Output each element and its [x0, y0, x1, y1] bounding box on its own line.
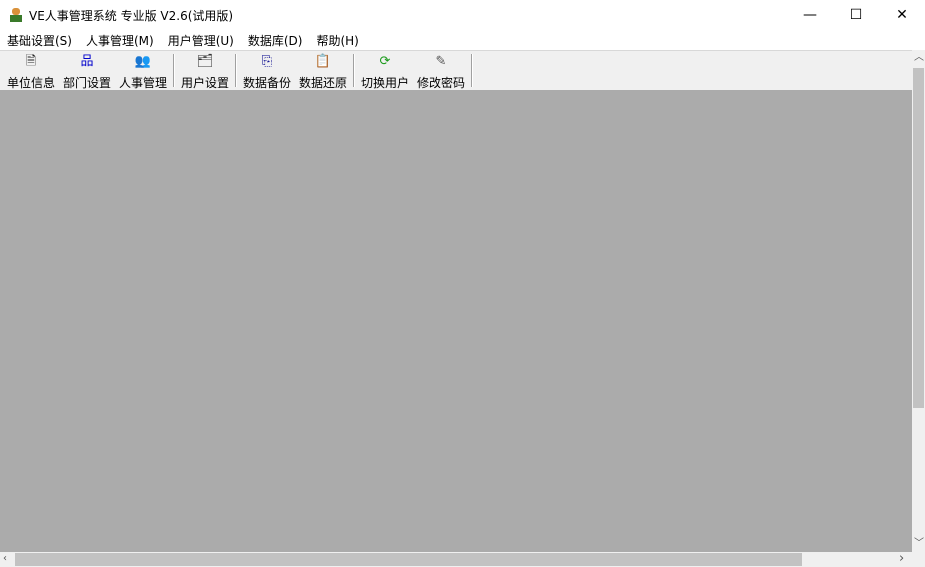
maximize-button[interactable]: ☐ [833, 0, 879, 30]
toolbar-button-5[interactable]: ⎘ 数据备份 [239, 51, 295, 90]
menu-bar: 基础设置(S) 人事管理(M) 用户管理(U) 数据库(D) 帮助(H) [0, 30, 925, 50]
toolbar-button-label: 部门设置 [62, 76, 111, 90]
edit-document-icon: ✎ [435, 54, 447, 69]
toolbar-button-label: 数据备份 [242, 76, 291, 90]
toolbar-separator [235, 54, 237, 87]
org-chart-icon: 品 [80, 54, 94, 69]
scroll-up-icon[interactable]: ︿ [914, 52, 924, 64]
toolbar-button-3[interactable]: 👥 人事管理 [115, 51, 171, 90]
title-bar: VE人事管理系统 专业版 V2.6(试用版) — ☐ ✕ [0, 0, 925, 30]
toolbar-button-label: 数据还原 [298, 76, 347, 90]
close-button[interactable]: ✕ [879, 0, 925, 30]
toolbar-button-label: 用户设置 [180, 76, 229, 90]
menu-database[interactable]: 数据库(D) [241, 32, 310, 49]
toolbar-separator [173, 54, 175, 87]
people-icon: 👥 [134, 54, 152, 69]
size-grip-icon[interactable] [912, 552, 925, 567]
scroll-left-icon[interactable]: ‹ [3, 553, 7, 565]
menu-personnel[interactable]: 人事管理(M) [79, 32, 161, 49]
toolbar-button-7[interactable]: ⟳ 切换用户 [357, 51, 413, 90]
window-title: VE人事管理系统 专业版 V2.6(试用版) [29, 8, 234, 23]
toolbar-separator [471, 54, 473, 87]
toolbar-button-label: 修改密码 [416, 76, 465, 90]
vertical-scrollbar[interactable]: ︿ ﹀ [912, 50, 925, 552]
minimize-button[interactable]: — [787, 0, 833, 30]
scroll-right-icon[interactable]: › [899, 552, 904, 565]
horizontal-scroll-thumb[interactable] [15, 553, 802, 566]
toolbar: 🗎 单位信息品部门设置 👥 人事管理 🗂 用户设置 ⎘ 数据备份 📋 数据还原 ⟳ 切换用户 ✎ 修改密码 [0, 50, 912, 90]
toolbar-button-1[interactable]: 🗎 单位信息 [3, 51, 59, 90]
menu-user-management[interactable]: 用户管理(U) [161, 32, 241, 49]
copy-icon: ⎘ [261, 54, 273, 69]
mdi-client-area [0, 90, 912, 552]
toolbar-separator [353, 54, 355, 87]
app-icon [9, 8, 23, 22]
refresh-icon: ⟳ [379, 54, 391, 69]
toolbar-button-4[interactable]: 🗂 用户设置 [177, 51, 233, 90]
toolbar-button-8[interactable]: ✎ 修改密码 [413, 51, 469, 90]
scroll-down-icon[interactable]: ﹀ [914, 538, 924, 550]
horizontal-scrollbar[interactable]: ‹ › [0, 552, 912, 567]
toolbar-button-label: 切换用户 [360, 76, 409, 90]
vertical-scroll-thumb[interactable] [913, 68, 924, 408]
toolbar-button-2[interactable]: 品部门设置 [59, 51, 115, 90]
menu-help[interactable]: 帮助(H) [309, 32, 365, 49]
toolbar-button-6[interactable]: 📋 数据还原 [295, 51, 351, 90]
document-star-icon: 🗎 [25, 54, 37, 69]
clipboard-icon: 📋 [314, 54, 332, 69]
menu-basic-settings[interactable]: 基础设置(S) [0, 32, 79, 49]
toolbar-button-label: 单位信息 [6, 76, 55, 90]
user-settings-icon: 🗂 [196, 54, 214, 69]
toolbar-button-label: 人事管理 [118, 76, 167, 90]
